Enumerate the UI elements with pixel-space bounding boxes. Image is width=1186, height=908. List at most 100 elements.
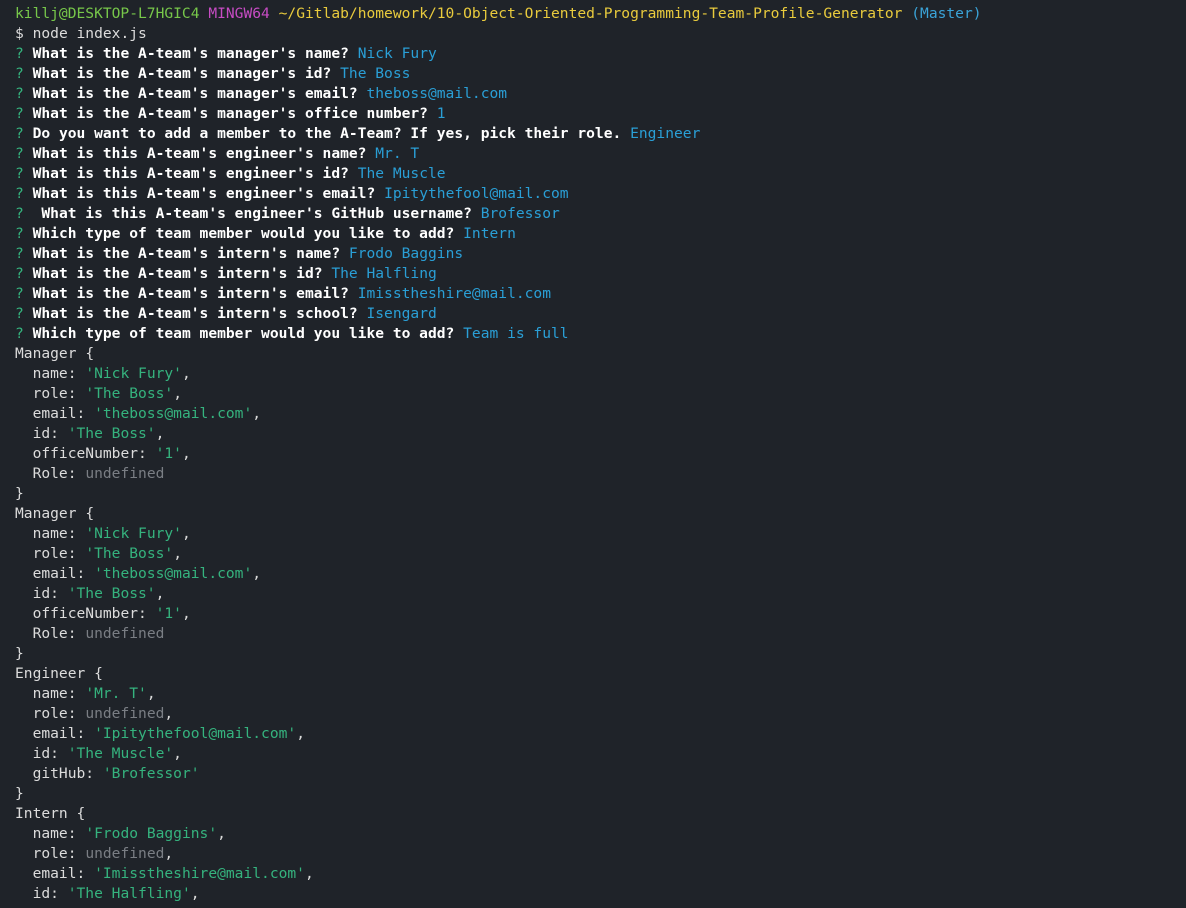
object-footer-line: }	[15, 644, 1186, 664]
command-line: $ node index.js	[15, 24, 1186, 44]
object-property-line: officeNumber: '1',	[32, 605, 191, 622]
property-value: 'Brofessor'	[102, 765, 200, 782]
answer-text: 1	[436, 105, 446, 122]
property-key: role	[32, 545, 68, 562]
object-class-name: Intern	[15, 805, 68, 822]
property-value: undefined	[85, 845, 165, 862]
object-property-line: gitHub: 'Brofessor'	[32, 765, 200, 782]
question-mark-icon: ?	[15, 45, 24, 62]
object-class-name: Manager	[15, 505, 77, 522]
question-mark-icon: ?	[15, 85, 24, 102]
property-key: id	[32, 745, 51, 762]
property-key: name	[32, 685, 68, 702]
property-key: officeNumber	[32, 605, 139, 622]
property-value: undefined	[85, 625, 165, 642]
property-key: name	[32, 825, 68, 842]
object-footer-line: }	[15, 484, 1186, 504]
object-class-name: Manager	[15, 345, 77, 362]
question-mark-icon: ?	[15, 65, 24, 82]
prompt-branch: (Master)	[911, 5, 982, 22]
prompt-question-line: ? Which type of team member would you li…	[15, 324, 1186, 344]
property-key: email	[32, 565, 77, 582]
question-mark-icon: ?	[15, 165, 24, 182]
question-text: What is the A-team's intern's name?	[32, 245, 341, 262]
answer-text: Intern	[463, 225, 516, 242]
property-value: '1'	[155, 445, 182, 462]
property-key: gitHub	[32, 765, 86, 782]
property-value: 'Imisstheshire@mail.com'	[94, 865, 305, 882]
question-text: What is the A-team's intern's email?	[32, 285, 349, 302]
answer-text: The Boss	[340, 65, 411, 82]
property-key: id	[32, 585, 51, 602]
answer-text: Nick Fury	[357, 45, 437, 62]
question-text: What is the A-team's intern's id?	[32, 265, 323, 282]
property-value: 'Nick Fury'	[85, 525, 182, 542]
question-text: What is the A-team's intern's school?	[32, 305, 358, 322]
answer-text: theboss@mail.com	[366, 85, 508, 102]
answer-text: Mr. T	[375, 145, 420, 162]
answer-text: Frodo Baggins	[348, 245, 464, 262]
property-key: Role	[32, 625, 68, 642]
question-text: What is this A-team's engineer's GitHub …	[32, 205, 472, 222]
property-key: email	[32, 865, 77, 882]
property-value: 'Ipitythefool@mail.com'	[94, 725, 297, 742]
question-mark-icon: ?	[15, 265, 24, 282]
property-value: '1'	[155, 605, 182, 622]
question-mark-icon: ?	[15, 225, 24, 242]
question-text: What is the A-team's manager's id?	[32, 65, 332, 82]
question-text: What is the A-team's manager's email?	[32, 85, 358, 102]
prompt-path: ~/Gitlab/homework/10-Object-Oriented-Pro…	[278, 5, 903, 22]
object-header-line: Intern {	[15, 804, 1186, 824]
prompt-question-line: ? Which type of team member would you li…	[15, 224, 1186, 244]
object-property-line: Role: undefined	[32, 625, 165, 642]
property-key: name	[32, 365, 68, 382]
command-text: node index.js	[32, 25, 147, 42]
open-brace: {	[85, 505, 95, 522]
open-brace: {	[85, 345, 95, 362]
question-text: What is the A-team's manager's name?	[32, 45, 349, 62]
question-text: Do you want to add a member to the A-Tea…	[32, 125, 622, 142]
object-property-line: id: 'The Halfling',	[32, 885, 200, 902]
property-value: 'The Halfling'	[67, 885, 191, 902]
question-answer-block: ? What is the A-team's manager's name? N…	[15, 44, 1186, 344]
property-value: 'theboss@mail.com'	[94, 565, 253, 582]
question-mark-icon: ?	[15, 305, 24, 322]
property-value: 'The Boss'	[67, 425, 156, 442]
answer-text: Engineer	[630, 125, 701, 142]
terminal-window[interactable]: killj@DESKTOP-L7HGIC4 MINGW64 ~/Gitlab/h…	[0, 0, 1186, 908]
object-property-line: Role: undefined	[32, 465, 165, 482]
prompt-question-line: ? What is the A-team's manager's id? The…	[15, 64, 1186, 84]
property-key: Role	[32, 465, 68, 482]
prompt-question-line: ? What is the A-team's manager's email? …	[15, 84, 1186, 104]
answer-text: Imisstheshire@mail.com	[357, 285, 551, 302]
answer-text: Team is full	[463, 325, 569, 342]
prompt-question-line: ? What is the A-team's manager's name? N…	[15, 44, 1186, 64]
prompt-question-line: ? What is the A-team's manager's office …	[15, 104, 1186, 124]
object-header-line: Manager {	[15, 504, 1186, 524]
property-value: 'Mr. T'	[85, 685, 147, 702]
object-header-line: Engineer {	[15, 664, 1186, 684]
property-key: id	[32, 885, 51, 902]
property-key: name	[32, 525, 68, 542]
question-mark-icon: ?	[15, 145, 24, 162]
question-mark-icon: ?	[15, 205, 24, 222]
question-text: What is this A-team's engineer's name?	[32, 145, 367, 162]
answer-text: Brofessor	[480, 205, 560, 222]
prompt-question-line: ? What is this A-team's engineer's id? T…	[15, 164, 1186, 184]
property-key: id	[32, 425, 51, 442]
object-class-name: Engineer	[15, 665, 86, 682]
property-value: 'Nick Fury'	[85, 365, 182, 382]
shell-prompt-line: killj@DESKTOP-L7HGIC4 MINGW64 ~/Gitlab/h…	[15, 4, 1186, 24]
property-value: undefined	[85, 465, 165, 482]
question-text: What is this A-team's engineer's email?	[32, 185, 376, 202]
question-mark-icon: ?	[15, 125, 24, 142]
console-output-block: Manager { name: 'Nick Fury', role: 'The …	[15, 344, 1186, 904]
property-key: role	[32, 705, 68, 722]
prompt-question-line: ? What is the A-team's intern's school? …	[15, 304, 1186, 324]
object-property-line: email: 'theboss@mail.com',	[32, 565, 262, 582]
object-property-line: name: 'Mr. T',	[32, 685, 156, 702]
object-property-line: name: 'Nick Fury',	[32, 525, 191, 542]
property-key: email	[32, 405, 77, 422]
property-value: 'Frodo Baggins'	[85, 825, 218, 842]
question-mark-icon: ?	[15, 105, 24, 122]
